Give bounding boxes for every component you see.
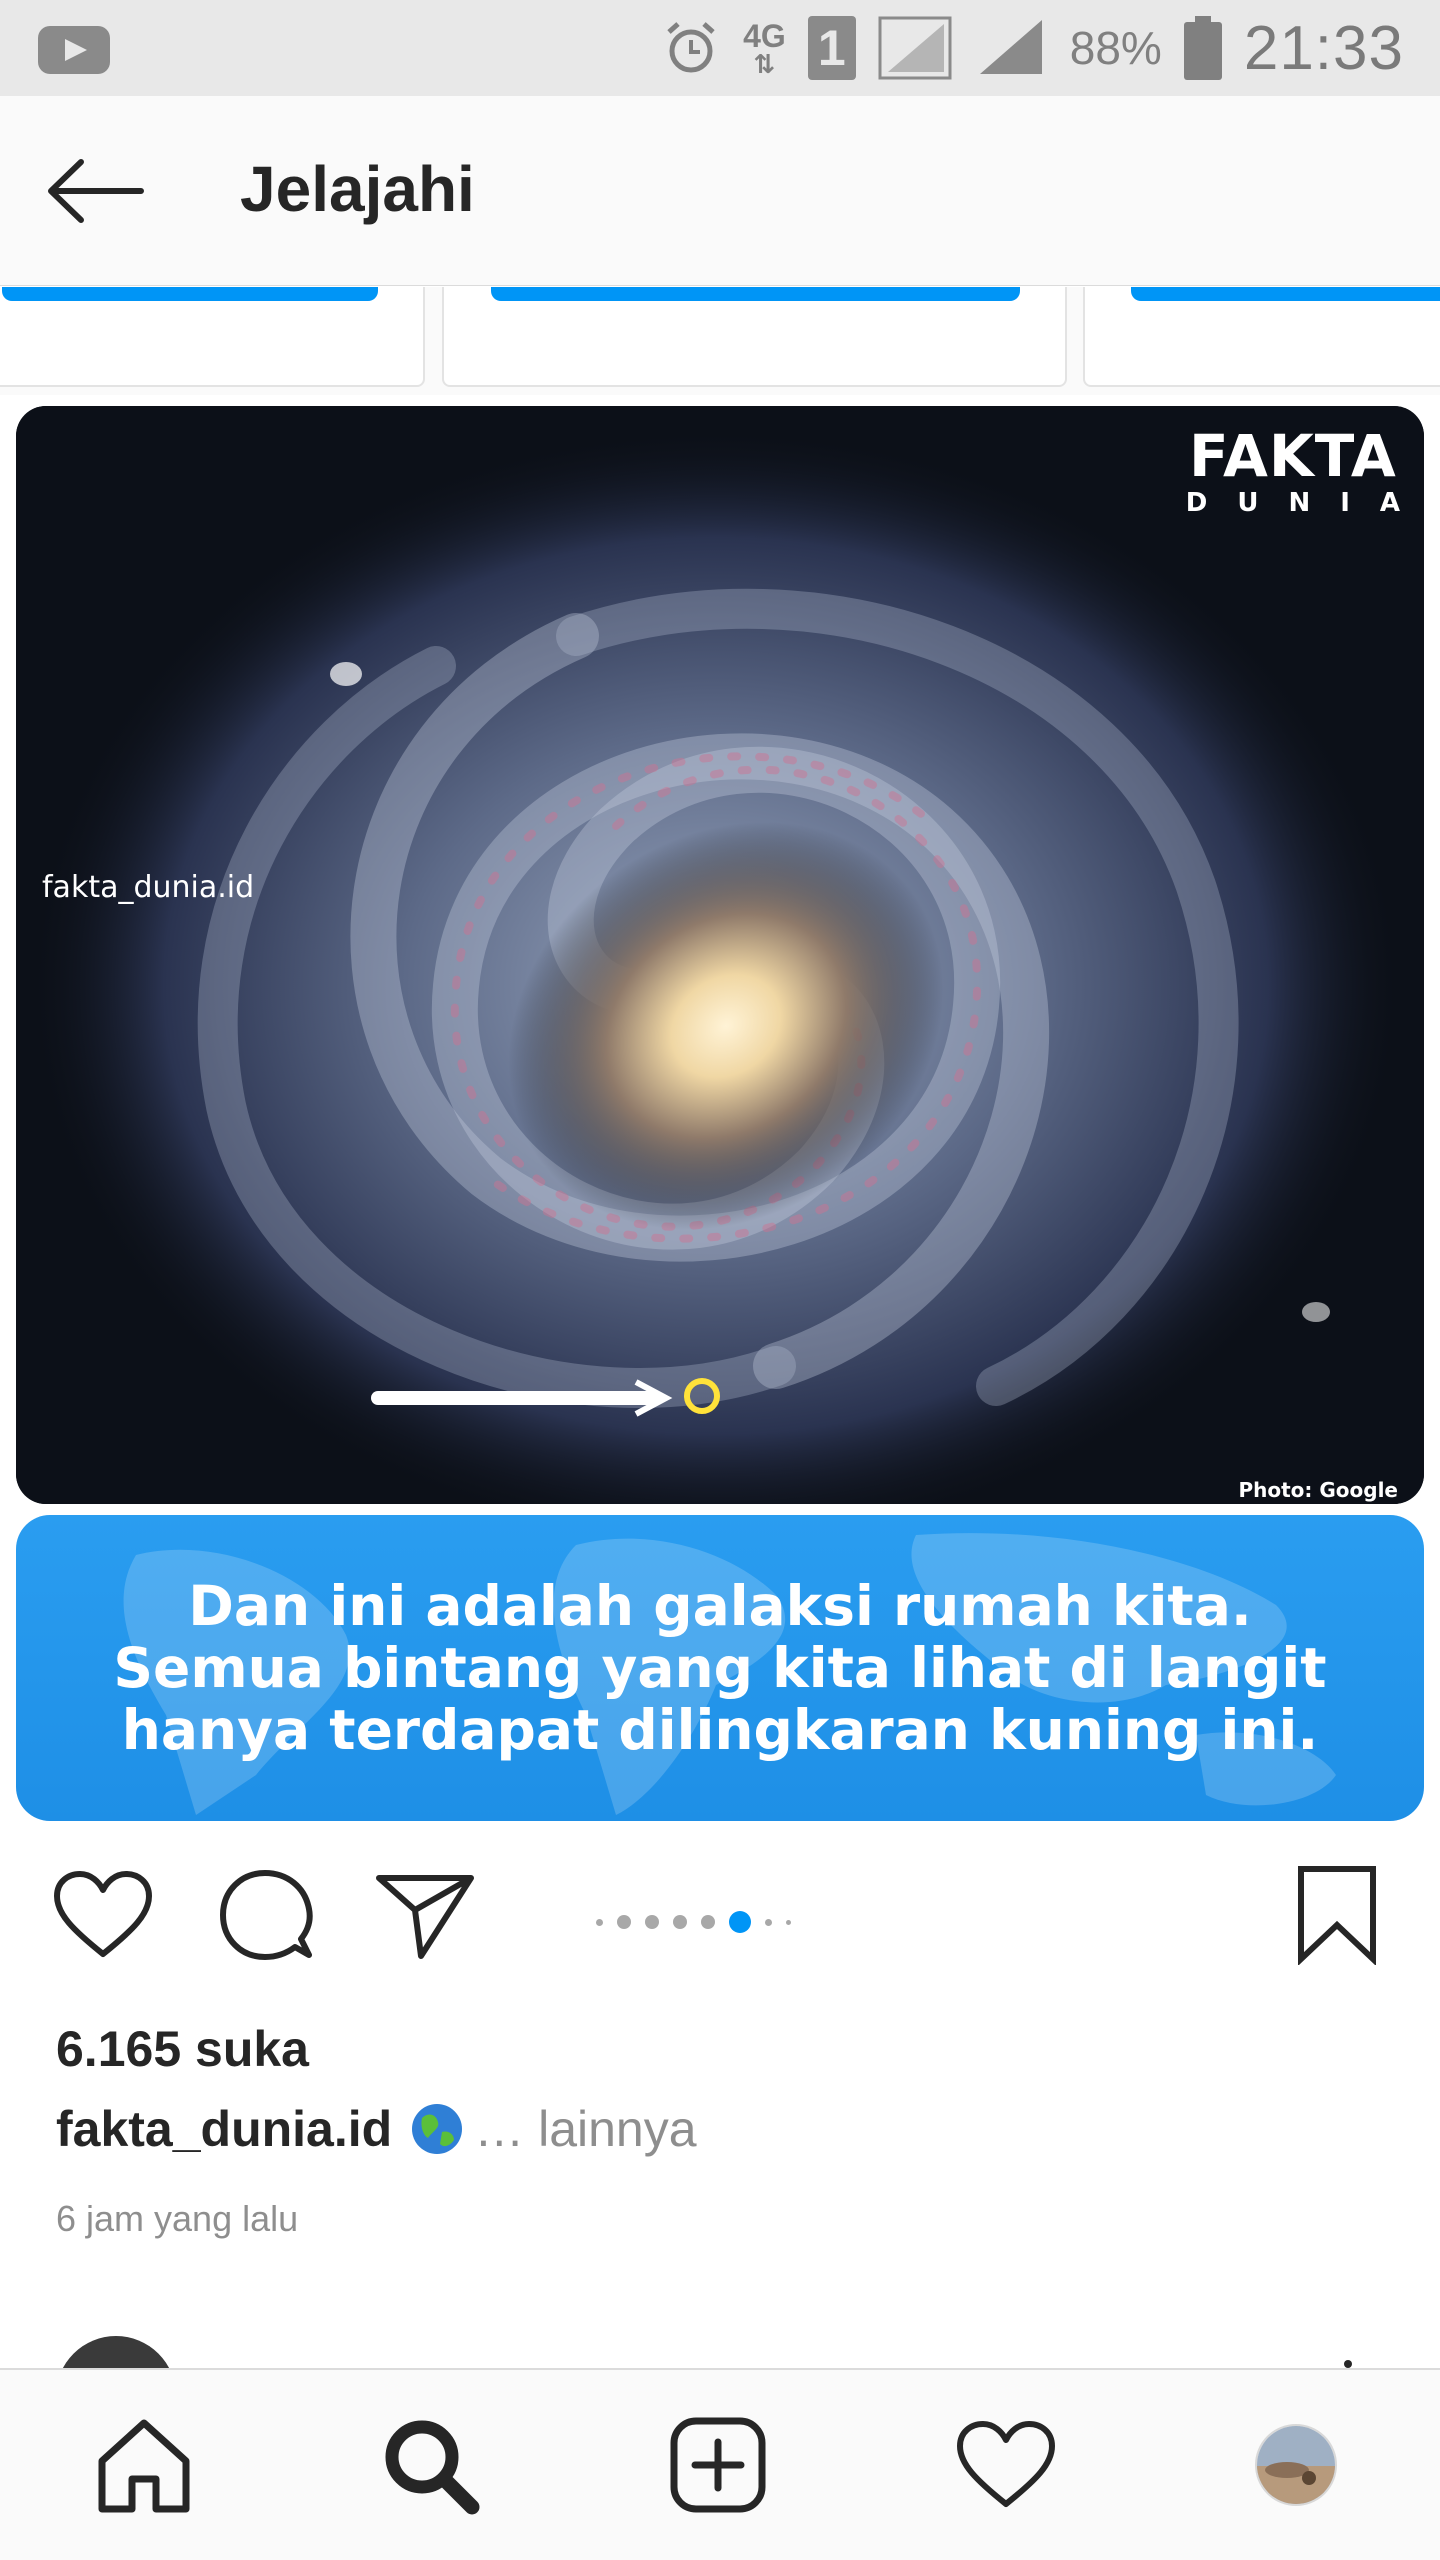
like-button[interactable] <box>48 1860 158 1970</box>
carousel-dot <box>617 1915 631 1929</box>
suggestion-card[interactable] <box>442 287 1067 387</box>
nav-home[interactable] <box>84 2410 204 2520</box>
image-caption-banner: Dan ini adalah galaksi rumah kita. Semua… <box>16 1515 1424 1821</box>
carousel-indicator <box>596 1910 791 1934</box>
bookmark-button[interactable] <box>1282 1860 1392 1970</box>
header: Jelajahi <box>0 96 1440 286</box>
profile-avatar <box>1255 2424 1337 2506</box>
nav-add-post[interactable] <box>658 2410 778 2520</box>
follow-button[interactable] <box>491 287 1020 301</box>
brand-logo: FAKTA DUNIA <box>1185 422 1424 518</box>
network-indicator: 4G ⇅ <box>743 18 786 79</box>
back-button[interactable] <box>40 146 150 236</box>
page-title: Jelajahi <box>240 153 475 225</box>
post-image[interactable]: FAKTA DUNIA fakta_dunia.id Photo: Google <box>16 406 1424 1504</box>
globe-emoji-icon <box>412 2104 463 2154</box>
carousel-dot <box>645 1915 659 1929</box>
search-icon <box>385 2420 480 2515</box>
suggestion-cards <box>0 287 1440 395</box>
heart-icon <box>54 1871 152 1957</box>
add-post-icon <box>670 2417 766 2513</box>
image-watermark: fakta_dunia.id <box>42 870 255 905</box>
signal-icon <box>878 16 952 80</box>
status-bar: 4G ⇅ 1 88% 21:33 <box>0 0 1440 96</box>
carousel-dot-active <box>729 1911 751 1933</box>
next-post-menu[interactable] <box>1344 2360 1352 2368</box>
comment-button[interactable] <box>210 1860 320 1970</box>
post-caption: fakta_dunia.id … lainnya <box>56 2100 697 2158</box>
like-count[interactable]: 6.165 suka <box>56 2020 309 2078</box>
signal-icon <box>979 20 1042 74</box>
suggestion-card[interactable] <box>0 287 425 387</box>
banner-text: Dan ini adalah galaksi rumah kita. Semua… <box>113 1574 1327 1762</box>
carousel-dot <box>765 1918 772 1926</box>
home-icon <box>98 2419 190 2513</box>
suggestion-card[interactable] <box>1083 287 1440 387</box>
carousel-dot <box>701 1915 715 1929</box>
alarm-icon <box>667 22 715 73</box>
carousel-dot <box>786 1919 791 1925</box>
share-button[interactable] <box>370 1860 480 1970</box>
nav-activity[interactable] <box>946 2410 1066 2520</box>
carousel-dot <box>673 1915 687 1929</box>
bottom-navigation <box>0 2368 1440 2560</box>
activity-heart-icon <box>957 2421 1055 2507</box>
battery-icon <box>1183 16 1222 80</box>
post-timestamp: 6 jam yang lalu <box>56 2198 299 2239</box>
more-link[interactable]: … lainnya <box>474 2100 696 2158</box>
follow-button[interactable] <box>1131 287 1440 301</box>
carousel-dot <box>596 1918 603 1926</box>
comment-icon <box>220 1870 313 1960</box>
image-credit: Photo: Google <box>1238 1478 1398 1502</box>
youtube-icon <box>38 26 110 74</box>
battery-percent: 88% <box>1069 22 1162 74</box>
caption-username[interactable]: fakta_dunia.id <box>56 2100 392 2158</box>
back-arrow-icon <box>48 159 144 223</box>
galaxy-illustration <box>16 406 1424 1504</box>
bookmark-icon <box>1298 1866 1376 1965</box>
sim-indicator: 1 <box>807 16 856 80</box>
nav-profile[interactable] <box>1236 2410 1356 2520</box>
follow-button[interactable] <box>2 287 378 301</box>
share-icon <box>376 1875 474 1959</box>
clock: 21:33 <box>1243 13 1404 83</box>
nav-search[interactable] <box>370 2410 490 2520</box>
